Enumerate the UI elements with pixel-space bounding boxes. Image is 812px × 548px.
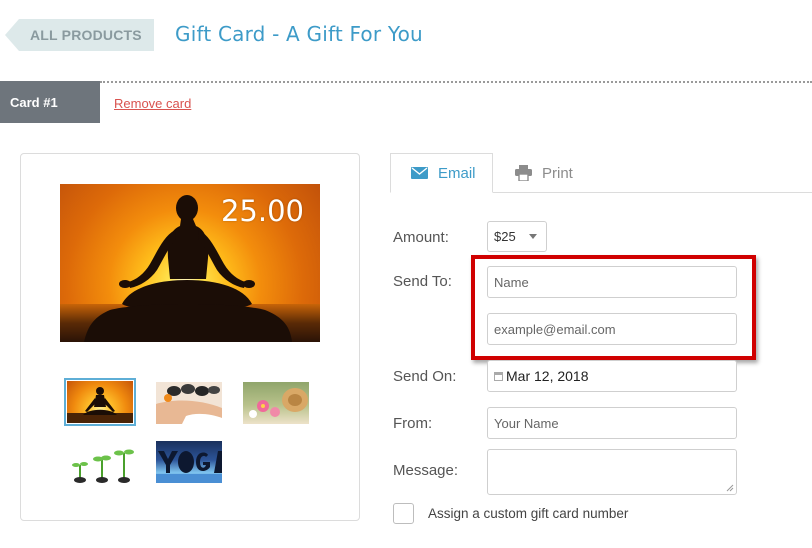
resize-grip-icon[interactable]	[726, 484, 734, 492]
envelope-icon	[411, 167, 428, 179]
custom-number-label: Assign a custom gift card number	[428, 506, 629, 521]
spa-thumb-art	[156, 384, 222, 424]
remove-card-link[interactable]: Remove card	[114, 96, 191, 111]
thumbnail-yoga-mat[interactable]	[243, 382, 309, 424]
amount-label: Amount:	[393, 229, 449, 246]
all-products-button[interactable]: ALL PRODUCTS	[5, 19, 154, 51]
delivery-tabs: Email Print	[390, 153, 812, 193]
sprouts-thumb-art	[72, 449, 134, 483]
amount-value: $25	[494, 229, 516, 244]
tab-email[interactable]: Email	[390, 153, 493, 193]
amount-overlay: 25.00	[220, 194, 304, 228]
send-on-input[interactable]: Mar 12, 2018	[487, 360, 737, 392]
yoga-mat-thumb-art	[249, 388, 308, 418]
chevron-down-icon	[529, 234, 537, 239]
yoga-letters-thumb-art	[156, 451, 222, 483]
thumbnail-meditation[interactable]	[64, 378, 136, 426]
highlight-box	[471, 255, 756, 360]
from-label: From:	[393, 415, 433, 432]
tab-print[interactable]: Print	[515, 153, 573, 193]
tab-print-label: Print	[542, 164, 573, 182]
thumbnail-sprouts[interactable]	[68, 441, 134, 483]
from-input[interactable]: Your Name	[487, 407, 737, 439]
divider	[100, 81, 812, 83]
amount-select[interactable]: $25	[487, 221, 547, 252]
from-placeholder: Your Name	[494, 415, 559, 431]
gift-card-image: 25.00	[60, 184, 320, 342]
meditation-thumb-art	[67, 387, 133, 423]
message-label: Message:	[393, 462, 459, 479]
send-to-label: Send To:	[393, 273, 452, 290]
thumbnail-spa[interactable]	[156, 382, 222, 424]
card-tab[interactable]: Card #1	[0, 81, 100, 123]
message-textarea[interactable]	[487, 449, 737, 495]
thumbnail-yoga-letters[interactable]	[156, 441, 222, 483]
printer-icon	[515, 165, 532, 181]
page-title: Gift Card - A Gift For You	[175, 22, 423, 46]
card-preview-panel: 25.00	[20, 153, 360, 521]
send-on-label: Send On:	[393, 368, 457, 385]
send-on-value: Mar 12, 2018	[506, 368, 589, 384]
custom-number-checkbox[interactable]	[393, 503, 414, 524]
calendar-icon	[494, 371, 503, 381]
tab-email-label: Email	[438, 164, 476, 182]
